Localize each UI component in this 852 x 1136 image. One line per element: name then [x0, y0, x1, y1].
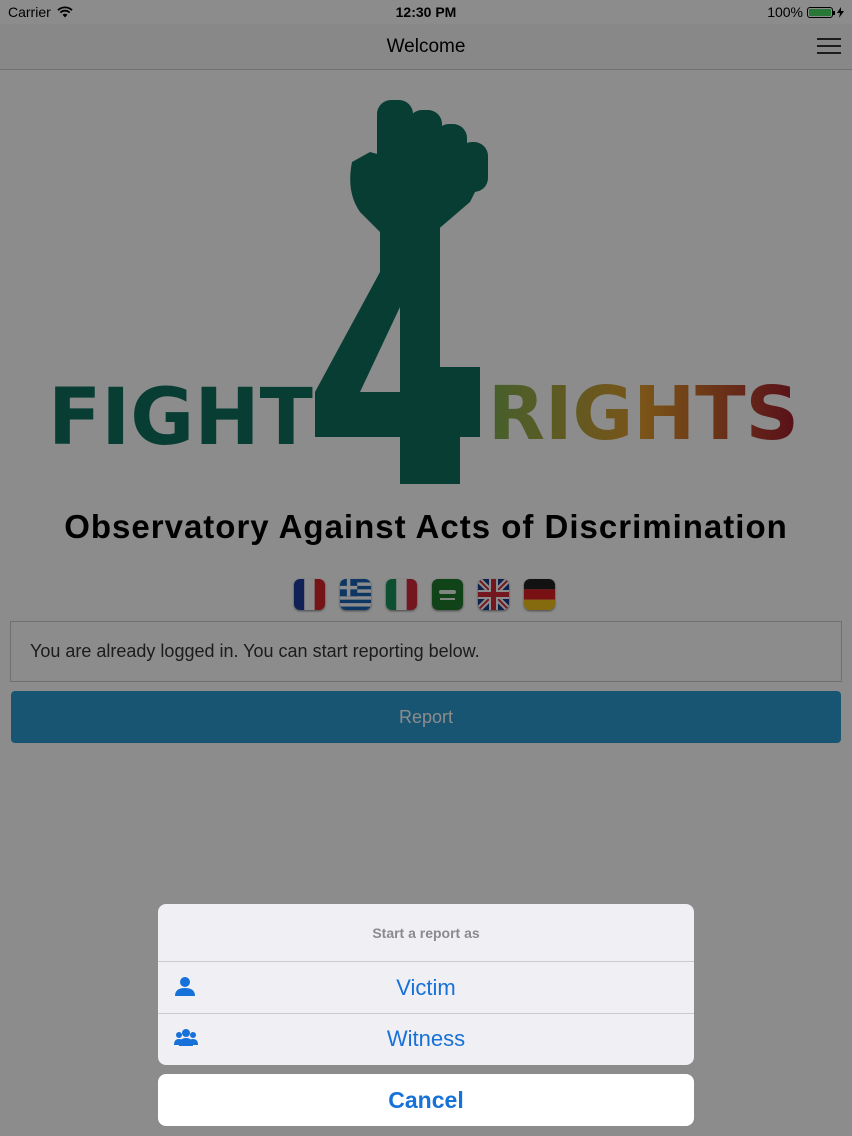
- group-icon: [174, 1029, 198, 1046]
- person-icon: [175, 977, 195, 996]
- action-sheet-title: Start a report as: [158, 904, 694, 962]
- witness-option[interactable]: Witness: [158, 1013, 694, 1064]
- victim-option-label: Victim: [396, 974, 456, 1000]
- witness-option-label: Witness: [386, 1026, 466, 1051]
- victim-option[interactable]: Victim: [158, 962, 694, 1013]
- action-sheet: Start a report as Victim Witness: [158, 904, 694, 1065]
- cancel-button[interactable]: Cancel: [158, 1074, 694, 1126]
